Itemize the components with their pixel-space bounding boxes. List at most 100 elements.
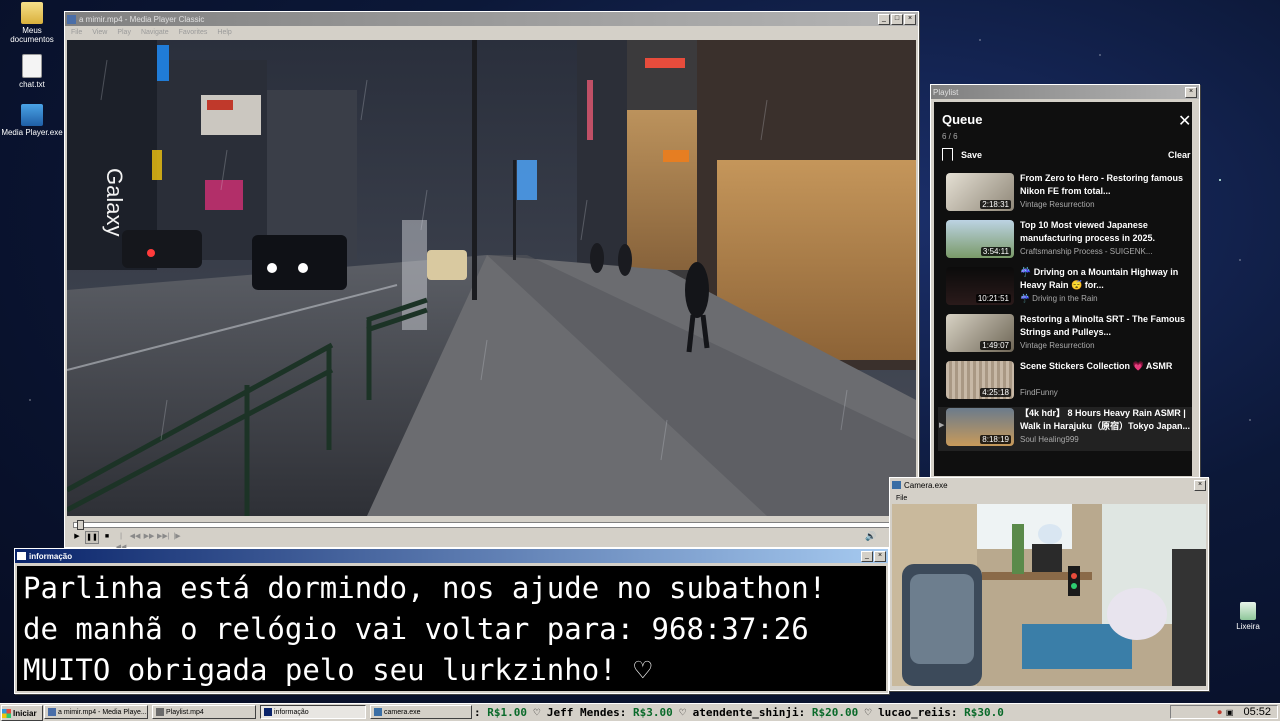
task-label: informação — [274, 708, 309, 716]
close-button[interactable]: × — [874, 550, 886, 562]
task-camera[interactable]: camera.exe — [370, 705, 472, 719]
stop-icon[interactable]: ■ — [101, 531, 113, 542]
task-info[interactable]: informação — [260, 705, 366, 719]
menu-file[interactable]: File — [71, 29, 82, 36]
play-icon[interactable]: ▶ — [71, 531, 83, 542]
info-message: Parlinha está dormindo, nos ajude no sub… — [17, 566, 886, 691]
desktop-icon-recycle-bin[interactable]: Lixeira — [1216, 602, 1280, 631]
menu-bar: File View Play Navigate Favorites Help — [65, 26, 918, 38]
app-icon — [67, 14, 76, 24]
close-queue-icon[interactable]: ✕ — [1178, 114, 1191, 130]
save-button[interactable]: Save — [942, 148, 982, 161]
task-playlist[interactable]: Playlist.mp4 — [152, 705, 256, 719]
camera-titlebar[interactable]: Camera.exe × — [890, 478, 1208, 492]
seek-thumb[interactable] — [77, 520, 84, 530]
window-title: informação — [29, 551, 73, 561]
queue-item[interactable]: 3:54:11 Top 10 Most viewed Japanese manu… — [946, 219, 1194, 263]
duration-badge: 1:49:07 — [980, 341, 1011, 350]
minimize-button[interactable]: _ — [861, 550, 873, 562]
frame-step-icon[interactable]: |▶ — [171, 531, 183, 542]
ticker-amount: R$3.00 — [632, 706, 673, 719]
queue-item[interactable]: 1:49:07 Restoring a Minolta SRT - The Fa… — [946, 313, 1194, 357]
video-title: From Zero to Hero - Restoring famous Nik… — [1020, 173, 1184, 196]
task-label: camera.exe — [384, 708, 421, 716]
desktop-icon-chat[interactable]: chat.txt — [0, 54, 64, 89]
room-scene — [892, 504, 1206, 686]
video-thumbnail: 2:18:31 — [946, 173, 1014, 211]
video-title: Scene Stickers Collection 💗 ASMR — [1020, 361, 1173, 371]
recycle-bin-icon — [1240, 602, 1256, 620]
desktop-icon-media-player[interactable]: Media Player.exe — [0, 104, 64, 137]
camera-menu-bar: File — [890, 492, 1208, 504]
volume-icon[interactable]: 🔊 — [865, 531, 876, 542]
window-title: Playlist — [933, 87, 959, 97]
ticker-name: Jeff Mendes: — [546, 706, 627, 719]
info-titlebar[interactable]: informação _ × — [15, 549, 888, 563]
close-button[interactable]: × — [1185, 86, 1197, 98]
duration-badge: 3:54:11 — [980, 247, 1011, 256]
desktop-icon-documents[interactable]: Meus documentos — [0, 2, 64, 44]
record-icon[interactable]: ⏺ — [1217, 707, 1222, 718]
next-icon[interactable]: ▶▶| — [157, 531, 170, 542]
queue-item[interactable]: 4:25:18 Scene Stickers Collection 💗 ASMR… — [946, 360, 1194, 404]
video-title: 【4k hdr】 8 Hours Heavy Rain ASMR | Walk … — [1020, 408, 1191, 431]
pause-icon[interactable]: ❚❚ — [85, 531, 99, 544]
close-button[interactable]: × — [1194, 479, 1206, 491]
info-line: Parlinha está dormindo, nos ajude no sub… — [23, 571, 827, 605]
save-label: Save — [961, 149, 983, 160]
queue-item-current[interactable]: ▶ 8:18:19 【4k hdr】 8 Hours Heavy Rain AS… — [938, 407, 1192, 451]
galaxy-sign: Galaxy — [102, 168, 127, 236]
playlist-titlebar[interactable]: Playlist × — [931, 85, 1199, 99]
transport-buttons: ▶ ❚❚ ■ |◀◀ ◀◀ ▶▶ ▶▶| |▶ — [71, 531, 183, 551]
video-title: Top 10 Most viewed Japanese manufacturin… — [1020, 220, 1156, 243]
video-thumbnail: 3:54:11 — [946, 220, 1014, 258]
menu-favorites[interactable]: Favorites — [179, 29, 208, 36]
app-icon — [374, 708, 382, 716]
close-button[interactable]: × — [904, 13, 916, 25]
menu-help[interactable]: Help — [217, 29, 231, 36]
player-controls: ▶ ❚❚ ■ |◀◀ ◀◀ ▶▶ ▶▶| |▶ 🔊 — [67, 518, 916, 551]
donation-ticker: : R$1.00 ♡ Jeff Mendes: R$3.00 ♡ atenden… — [474, 706, 1004, 719]
ticker-name: atendente_shinji: — [692, 706, 806, 719]
desktop-icon-label: Meus documentos — [10, 26, 54, 44]
menu-file[interactable]: File — [896, 495, 907, 502]
start-button[interactable]: Iniciar — [1, 705, 43, 721]
video-thumbnail: 10:21:51 — [946, 267, 1014, 305]
ticker-amount: R$20.00 — [811, 706, 859, 719]
windows-logo-icon — [2, 708, 11, 718]
duration-badge: 10:21:51 — [975, 294, 1011, 303]
queue-heading: Queue — [942, 112, 983, 127]
app-icon — [156, 708, 164, 716]
ticker-amount: R$1.00 — [487, 706, 527, 719]
media-player-window: a mimir.mp4 - Media Player Classic _ □ ×… — [64, 11, 919, 551]
queue-item[interactable]: 2:18:31 From Zero to Hero - Restoring fa… — [946, 172, 1194, 216]
fast-forward-icon[interactable]: ▶▶ — [143, 531, 155, 542]
previous-icon[interactable]: |◀◀ — [115, 531, 127, 551]
minimize-button[interactable]: _ — [878, 13, 890, 25]
now-playing-icon: ▶ — [939, 422, 945, 429]
maximize-button[interactable]: □ — [891, 13, 903, 25]
menu-navigate[interactable]: Navigate — [141, 29, 169, 36]
folder-icon — [21, 2, 43, 24]
app-icon — [17, 552, 26, 560]
queue-count: 6 / 6 — [942, 132, 958, 141]
queue-panel: Queue 6 / 6 ✕ Save Clear 2:18:31 From Ze… — [934, 102, 1192, 476]
seek-bar[interactable] — [73, 522, 890, 528]
video-thumbnail: 8:18:19 — [946, 408, 1014, 446]
ticker-amount: R$30.0 — [964, 706, 1004, 719]
video-frame[interactable]: Galaxy — [67, 40, 916, 516]
menu-play[interactable]: Play — [117, 29, 131, 36]
task-media-player[interactable]: a mimir.mp4 - Media Playe... — [44, 705, 148, 719]
start-label: Iniciar — [13, 708, 37, 718]
clock[interactable]: 05:52 — [1243, 706, 1271, 718]
queue-item[interactable]: 10:21:51 ☔ Driving on a Mountain Highway… — [946, 266, 1194, 310]
media-player-titlebar[interactable]: a mimir.mp4 - Media Player Classic _ □ × — [65, 12, 918, 26]
rewind-icon[interactable]: ◀◀ — [129, 531, 141, 542]
webcam-feed — [892, 504, 1206, 686]
media-player-icon — [21, 104, 43, 126]
info-line: MUITO obrigada pelo seu lurkzinho! ♡ — [23, 653, 652, 687]
clear-button[interactable]: Clear — [1168, 150, 1191, 160]
window-title: a mimir.mp4 - Media Player Classic — [79, 14, 205, 24]
menu-view[interactable]: View — [92, 29, 107, 36]
network-icon[interactable]: ▣ — [1226, 708, 1234, 717]
